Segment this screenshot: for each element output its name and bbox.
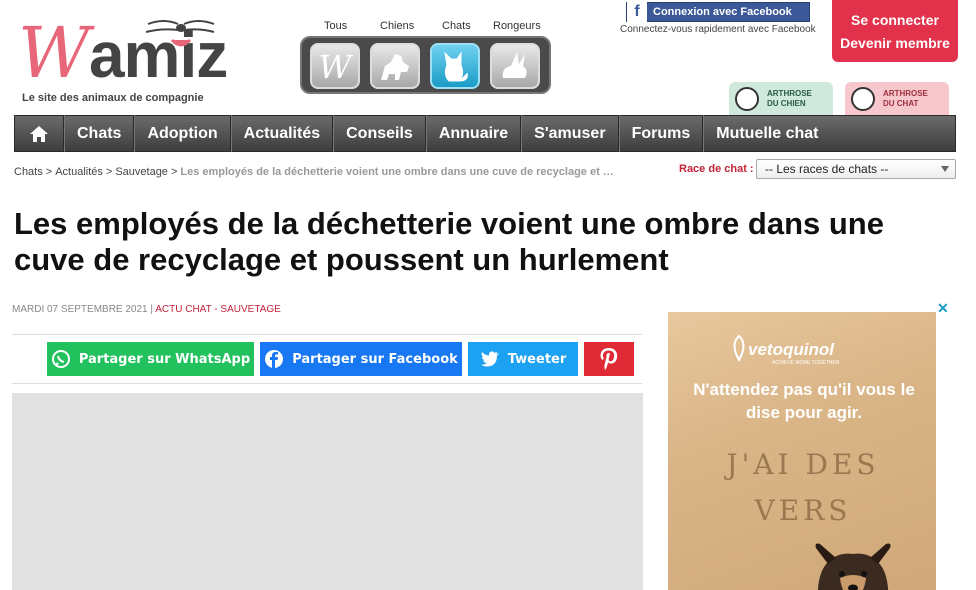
article-date: MARDI 07 SEPTEMBRE 2021 bbox=[12, 304, 148, 315]
species-tous-button[interactable]: W bbox=[310, 43, 360, 89]
nav-home[interactable] bbox=[15, 115, 64, 152]
cat-whiskers-icon bbox=[145, 20, 215, 47]
divider bbox=[12, 334, 642, 335]
meta-separator: | bbox=[150, 304, 153, 315]
main-nav: Chats Adoption Actualités Conseils Annua… bbox=[14, 115, 956, 152]
breadcrumb-sauvetage[interactable]: Sauvetage bbox=[115, 166, 168, 178]
divider bbox=[12, 383, 642, 384]
ad-headline: N'attendez pas qu'il vous le dise pour a… bbox=[693, 380, 915, 422]
share-pinterest-button[interactable] bbox=[584, 342, 634, 376]
share-facebook-label: Partager sur Facebook bbox=[292, 351, 458, 367]
logo-w: W bbox=[18, 12, 90, 94]
ad-sand-line1: J'AI DES bbox=[726, 448, 880, 481]
species-labels: Tous Chiens Chats Rongeurs bbox=[300, 20, 550, 34]
facebook-icon bbox=[264, 349, 284, 369]
facebook-connect-button[interactable]: f Connexion avec Facebook bbox=[626, 2, 810, 22]
arthrose-chat-line1: ARTHROSE bbox=[883, 89, 928, 98]
tagline: Le site des animaux de compagnie bbox=[22, 92, 204, 104]
species-chiens-button[interactable] bbox=[370, 43, 420, 89]
page: Wamiz Le site des animaux de compagnie T… bbox=[0, 0, 976, 590]
nav-actualites[interactable]: Actualités bbox=[230, 115, 334, 152]
pinterest-icon bbox=[598, 347, 620, 371]
ad-brand: vetoquinol bbox=[748, 340, 834, 359]
rabbit-icon bbox=[502, 52, 527, 78]
breadcrumb-actualites[interactable]: Actualités bbox=[55, 166, 103, 178]
nav-annuaire[interactable]: Annuaire bbox=[425, 115, 522, 152]
ad-sand-line2: VERS bbox=[754, 494, 852, 527]
arthrose-chien-line2: DU CHIEN bbox=[767, 99, 806, 108]
nav-mutuelle-chat[interactable]: Mutuelle chat bbox=[703, 115, 830, 152]
breadcrumb: Chats > Actualités > Sauvetage > Les employés … bbox=[14, 166, 614, 178]
species-label-tous: Tous bbox=[324, 20, 348, 32]
species-label-chiens: Chiens bbox=[380, 20, 415, 32]
account-box: Se connecter Devenir membre bbox=[832, 0, 958, 62]
nav-forums[interactable]: Forums bbox=[618, 115, 704, 152]
ad-close-icon[interactable]: ✕ bbox=[937, 300, 949, 317]
facebook-connect-subtext: Connectez-vous rapidement avec Facebook bbox=[620, 24, 816, 35]
nav-adoption[interactable]: Adoption bbox=[134, 115, 231, 152]
species-selector: W bbox=[300, 36, 551, 94]
arthrose-chien-link[interactable]: ARTHROSE DU CHIEN bbox=[729, 82, 833, 116]
facebook-icon: f bbox=[627, 2, 647, 22]
vetoquinol-logo-icon bbox=[733, 334, 745, 362]
share-whatsapp-label: Partager sur WhatsApp bbox=[78, 351, 251, 367]
article-category[interactable]: ACTU CHAT - SAUVETAGE bbox=[155, 304, 281, 315]
dog-outline-icon bbox=[735, 87, 759, 111]
nav-conseils[interactable]: Conseils bbox=[333, 115, 426, 152]
article-meta: MARDI 07 SEPTEMBRE 2021 | ACTU CHAT - SA… bbox=[12, 304, 281, 315]
wamiz-logo[interactable]: Wamiz Le site des animaux de compagnie bbox=[16, 6, 228, 106]
svg-text:W: W bbox=[319, 48, 353, 84]
share-facebook-button[interactable]: Partager sur Facebook bbox=[260, 342, 462, 376]
share-twitter-label: Tweeter bbox=[507, 351, 567, 367]
advertisement[interactable]: vetoquinol ACHIEVE MORE TOGETHER N'atten… bbox=[668, 312, 936, 590]
share-twitter-button[interactable]: Tweeter bbox=[468, 342, 578, 376]
nav-chats[interactable]: Chats bbox=[64, 115, 135, 152]
species-label-chats: Chats bbox=[442, 20, 471, 32]
share-whatsapp-button[interactable]: Partager sur WhatsApp bbox=[47, 342, 254, 376]
race-label: Race de chat : bbox=[679, 163, 754, 175]
ad-brand-sub: ACHIEVE MORE TOGETHER bbox=[772, 360, 840, 366]
article-title: Les employés de la déchetterie voient un… bbox=[14, 206, 884, 277]
species-chats-button[interactable] bbox=[430, 43, 480, 89]
article-image bbox=[12, 393, 643, 590]
nav-samuser[interactable]: S'amuser bbox=[521, 115, 619, 152]
dog-photo-icon bbox=[815, 543, 891, 590]
home-icon bbox=[30, 125, 48, 142]
w-logo-icon: W bbox=[319, 48, 353, 84]
arthrose-chat-line2: DU CHAT bbox=[883, 99, 919, 108]
ad-sand-text: J'AI DES VERS bbox=[678, 442, 928, 534]
dog-icon bbox=[381, 54, 409, 80]
breadcrumb-chats[interactable]: Chats bbox=[14, 166, 43, 178]
race-select[interactable]: -- Les races de chats -- bbox=[756, 159, 956, 179]
chevron-down-icon bbox=[941, 166, 949, 172]
race-select-value: -- Les races de chats -- bbox=[765, 162, 889, 176]
facebook-connect-label: Connexion avec Facebook bbox=[653, 6, 792, 18]
cat-outline-icon bbox=[851, 87, 875, 111]
twitter-icon bbox=[480, 350, 500, 368]
species-rongeurs-button[interactable] bbox=[490, 43, 540, 89]
breadcrumb-current: Les employés de la déchetterie voient un… bbox=[180, 166, 614, 178]
login-button[interactable]: Se connecter bbox=[832, 9, 958, 32]
species-label-rongeurs: Rongeurs bbox=[493, 20, 541, 32]
arthrose-chien-line1: ARTHROSE bbox=[767, 89, 812, 98]
arthrose-chat-link[interactable]: ARTHROSE DU CHAT bbox=[845, 82, 949, 116]
whatsapp-icon bbox=[51, 349, 71, 369]
signup-button[interactable]: Devenir membre bbox=[832, 32, 958, 55]
cat-icon bbox=[444, 51, 468, 82]
